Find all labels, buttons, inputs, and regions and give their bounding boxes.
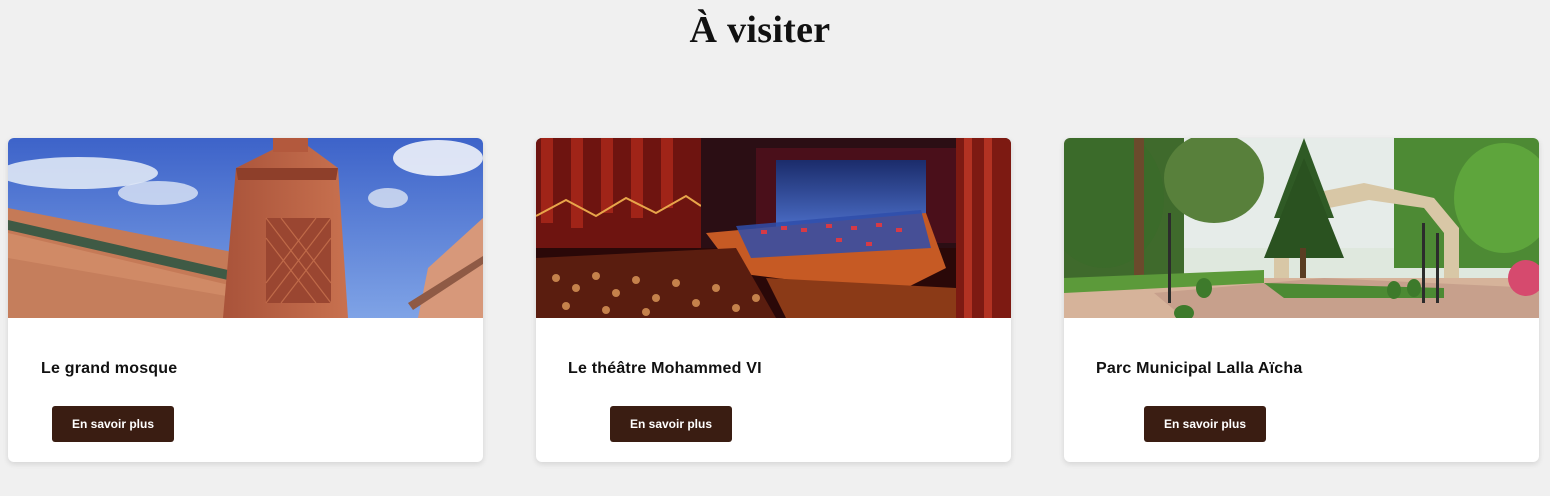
attraction-card-park: Parc Municipal Lalla Aïcha En savoir plu… bbox=[1064, 138, 1539, 462]
learn-more-button[interactable]: En savoir plus bbox=[1144, 406, 1266, 442]
learn-more-button[interactable]: En savoir plus bbox=[52, 406, 174, 442]
attraction-card-grand-mosque: Le grand mosque En savoir plus bbox=[8, 138, 483, 462]
theatre-image bbox=[536, 138, 1011, 318]
learn-more-button[interactable]: En savoir plus bbox=[610, 406, 732, 442]
mosque-image bbox=[8, 138, 483, 318]
attraction-card-theatre: Le théâtre Mohammed VI En savoir plus bbox=[536, 138, 1011, 462]
card-title: Parc Municipal Lalla Aïcha bbox=[1096, 360, 1303, 377]
park-image bbox=[1064, 138, 1539, 318]
card-title: Le théâtre Mohammed VI bbox=[568, 360, 762, 377]
section-title: À visiter bbox=[689, 9, 831, 51]
card-title: Le grand mosque bbox=[41, 360, 178, 377]
